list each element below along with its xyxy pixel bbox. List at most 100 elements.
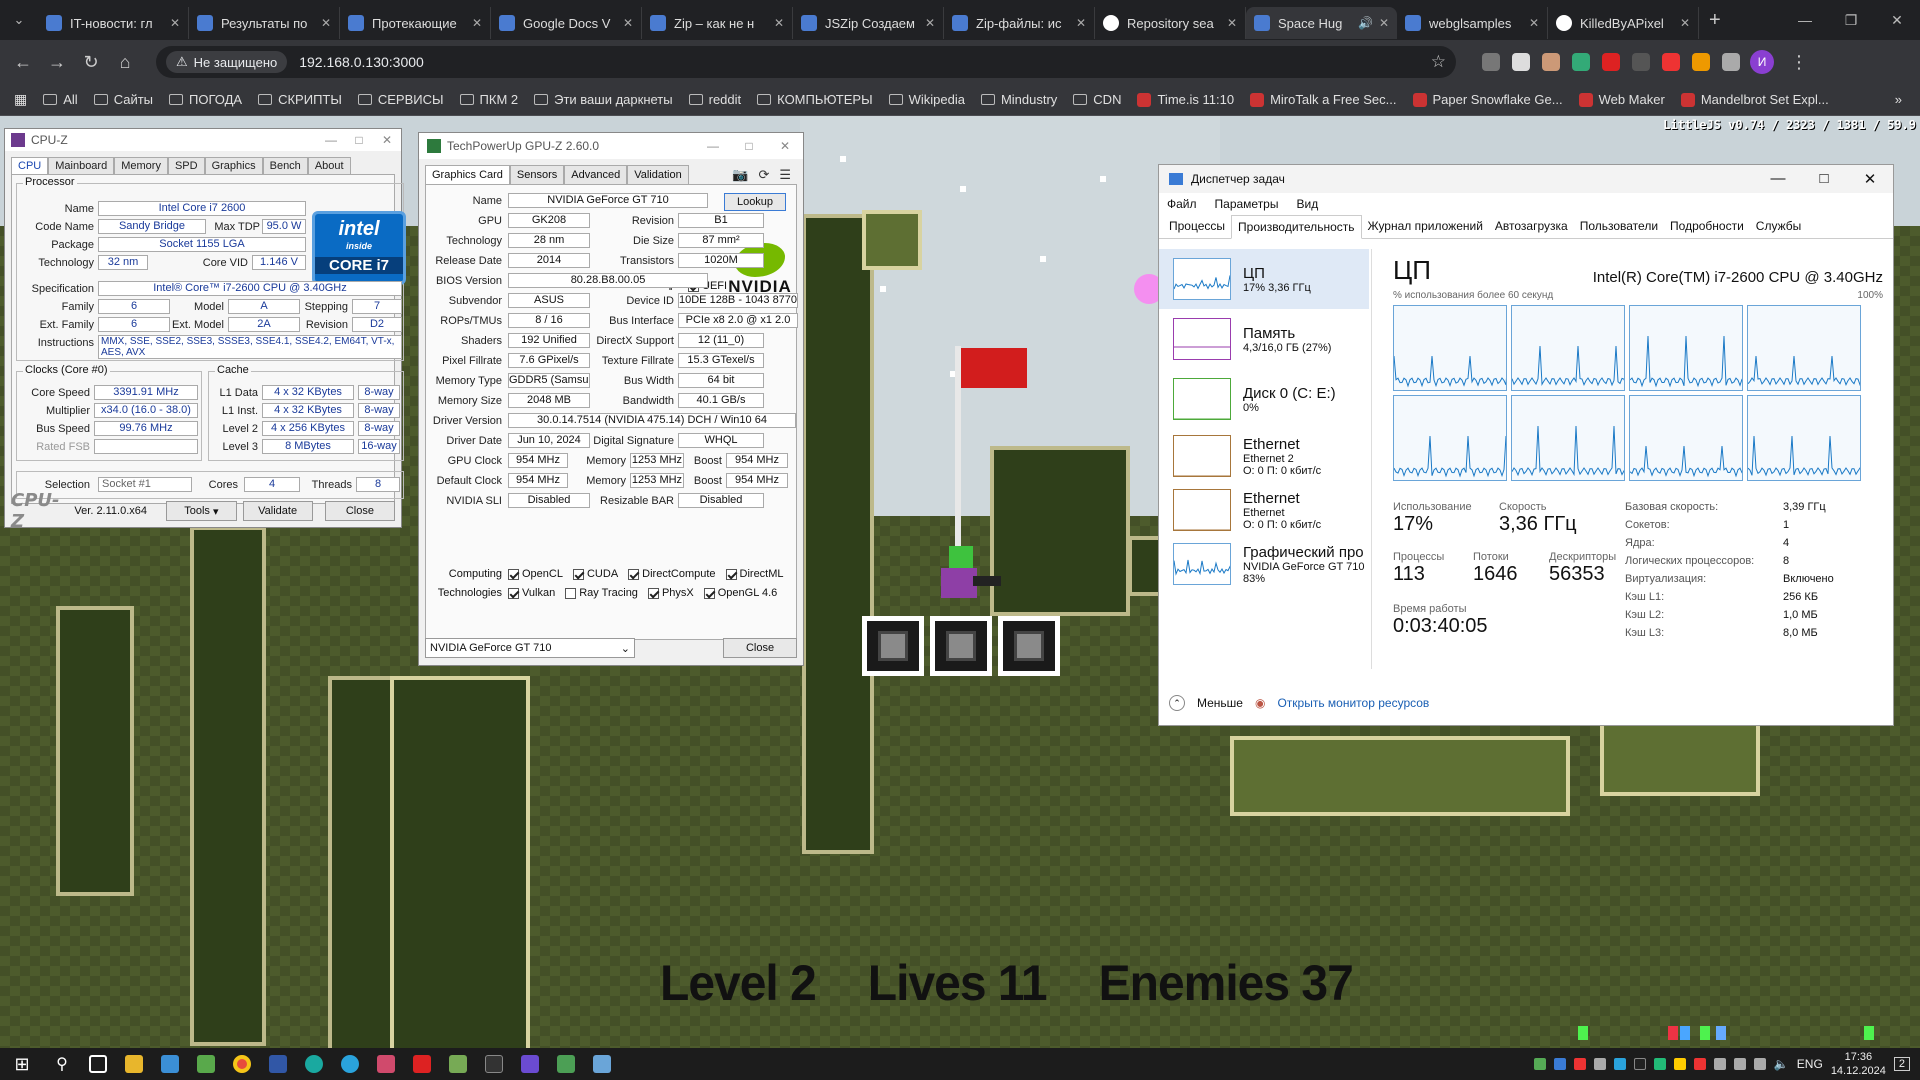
bookmark-item[interactable]: Web Maker [1578,92,1665,107]
app-icon[interactable] [440,1048,476,1080]
tray-icon[interactable] [1713,1058,1726,1070]
tab-close-icon[interactable]: ✕ [1379,16,1389,30]
tray-icon[interactable] [1673,1058,1686,1070]
cpuz-tab[interactable]: Memory [114,157,168,174]
close-icon[interactable]: ✕ [767,139,803,153]
tab-close-icon[interactable]: ✕ [1680,16,1690,30]
minimize-icon[interactable]: — [695,139,731,153]
bookmark-item[interactable]: Paper Snowflake Ge... [1412,92,1563,107]
terminal-icon[interactable] [476,1048,512,1080]
taskmgr-tab[interactable]: Автозагрузка [1489,215,1574,238]
bookmark-item[interactable]: ПОГОДА [169,92,242,107]
maximize-icon[interactable]: □ [731,139,767,153]
perf-sidebar-item[interactable]: Ethernet Ethernet О: 0 П: 0 кбит/с [1159,483,1369,537]
lookup-button[interactable]: Lookup [724,193,786,211]
explorer-icon[interactable] [116,1048,152,1080]
socket-select[interactable]: Socket #1 [98,477,192,492]
gpu-select[interactable]: NVIDIA GeForce GT 710 ⌄ [425,638,635,658]
tab-close-icon[interactable]: ✕ [321,16,331,30]
gpuz-tab[interactable]: Advanced [564,165,628,184]
bookmark-item[interactable]: Time.is 11:10 [1137,92,1234,107]
computing-checkbox[interactable]: CUDA [572,568,618,580]
close-icon[interactable]: ✕ [1874,0,1920,40]
camera-icon[interactable]: 📷 [732,167,748,183]
tab-close-icon[interactable]: ✕ [1076,16,1086,30]
bookmark-star-icon[interactable]: ☆ [1431,52,1446,72]
tray-icon[interactable] [1753,1058,1766,1070]
app-icon[interactable] [152,1048,188,1080]
notifications-icon[interactable]: 2 [1893,1057,1910,1071]
browser-tab[interactable]: IT-новости: гл ✕ [38,7,189,39]
bookmark-item[interactable]: MiroTalk a Free Sec... [1250,92,1397,107]
extension-icon[interactable] [1602,53,1620,71]
bookmark-item[interactable]: Wikipedia [888,92,965,107]
maximize-icon[interactable]: ❐ [1828,0,1874,40]
tray-icon[interactable] [1613,1058,1626,1070]
browser-tab[interactable]: Repository sea ✕ [1095,7,1246,39]
technology-checkbox[interactable]: Ray Tracing [565,587,638,599]
tray-icon[interactable] [1573,1058,1586,1070]
cpuz-tab[interactable]: Bench [262,157,308,174]
menu-icon[interactable]: ☰ [779,167,791,183]
tray-icon[interactable] [1693,1058,1706,1070]
cpuz-tab[interactable]: SPD [167,157,205,174]
browser-tab[interactable]: JSZip Создаем ✕ [793,7,944,39]
cpuz-tab[interactable]: About [307,157,351,174]
apps-grid-icon[interactable]: ▦ [14,91,27,108]
refresh-icon[interactable]: ⟳ [758,167,769,183]
fewer-details-link[interactable]: Меньше [1197,696,1243,710]
extension-icon[interactable] [1692,53,1710,71]
cpuz-titlebar[interactable]: CPU-Z — □ ✕ [5,129,401,151]
bookmark-item[interactable]: Mindustry [980,92,1057,107]
start-button[interactable]: ⊞ [0,1048,44,1080]
tray-icon[interactable] [1653,1058,1666,1070]
extension-icon[interactable] [1572,53,1590,71]
cpuz-tab[interactable]: Mainboard [48,157,115,174]
tab-close-icon[interactable]: ✕ [472,16,482,30]
bookmark-item[interactable]: Mandelbrot Set Expl... [1680,92,1829,107]
browser-tab[interactable]: Zip-файлы: ис ✕ [944,7,1095,39]
bookmark-item[interactable]: ПКМ 2 [459,92,518,107]
bookmark-item[interactable]: СЕРВИСЫ [357,92,444,107]
computing-checkbox[interactable]: DirectCompute [628,568,716,580]
perf-sidebar-item[interactable]: Графический про NVIDIA GeForce GT 710 83% [1159,537,1369,591]
telegram-icon[interactable] [332,1048,368,1080]
cpuz-tab[interactable]: CPU [11,157,49,174]
taskmgr-tab[interactable]: Пользователи [1574,215,1664,238]
browser-tab[interactable]: Google Docs V ✕ [491,7,642,39]
menu-kebab-icon[interactable]: ⋮ [1782,52,1816,73]
gpuz-titlebar[interactable]: TechPowerUp GPU-Z 2.60.0 — □ ✕ [419,133,803,159]
browser-tab[interactable]: webglsamples ✕ [1397,7,1548,39]
tab-close-icon[interactable]: ✕ [623,16,633,30]
extension-icon[interactable] [1632,53,1650,71]
validate-button[interactable]: Validate [242,501,313,521]
tab-close-icon[interactable]: ✕ [1227,16,1237,30]
bookmark-item[interactable]: КОМПЬЮТЕРЫ [757,92,873,107]
app-icon[interactable] [188,1048,224,1080]
speaker-icon[interactable]: 🔊 [1358,16,1373,30]
perf-sidebar-item[interactable]: Диск 0 (C: E:) 0% [1159,369,1369,429]
perf-sidebar-item[interactable]: ЦП 17% 3,36 ГГц [1159,249,1369,309]
browser-tab[interactable]: KilledByAPixel ✕ [1548,7,1699,39]
clock[interactable]: 17:36 14.12.2024 [1831,1050,1886,1078]
forward-icon[interactable]: → [40,52,74,73]
bookmark-item[interactable]: CDN [1073,92,1121,107]
close-icon[interactable]: ✕ [1847,170,1893,188]
taskmgr-tab[interactable]: Процессы [1163,215,1231,238]
gpuz-tab[interactable]: Graphics Card [425,165,510,184]
close-button[interactable]: Close [723,638,797,658]
resource-monitor-link[interactable]: Открыть монитор ресурсов [1277,696,1429,710]
perf-sidebar-item[interactable]: Ethernet Ethernet 2 О: 0 П: 0 кбит/с [1159,429,1369,483]
menu-item[interactable]: Вид [1296,197,1318,211]
extensions-puzzle-icon[interactable] [1722,53,1740,71]
app-icon[interactable] [548,1048,584,1080]
taskmgr-tab[interactable]: Производительность [1231,215,1362,239]
taskmgr-tab[interactable]: Журнал приложений [1362,215,1489,238]
minimize-icon[interactable]: — [1755,170,1801,188]
tab-close-icon[interactable]: ✕ [170,16,180,30]
app-icon[interactable] [368,1048,404,1080]
volume-icon[interactable]: 🔈 [1774,1057,1789,1071]
task-view-icon[interactable] [80,1048,116,1080]
app-icon[interactable] [296,1048,332,1080]
download-icon[interactable] [404,1048,440,1080]
